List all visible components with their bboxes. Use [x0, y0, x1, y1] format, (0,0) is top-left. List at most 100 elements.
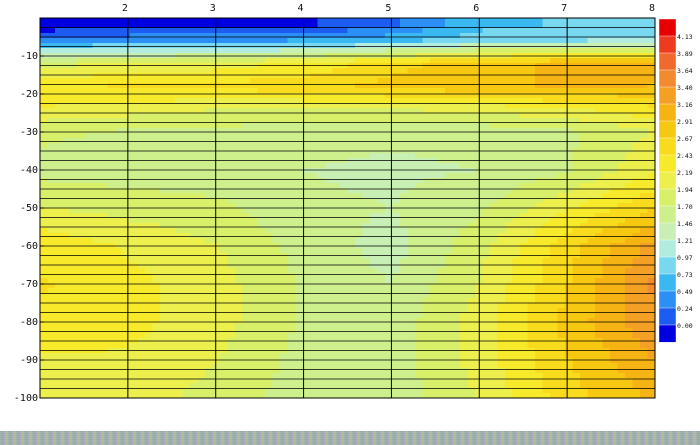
- heat-cell: [325, 183, 334, 189]
- heat-cell: [205, 113, 214, 119]
- heat-cell: [280, 238, 289, 244]
- heat-cell: [617, 68, 626, 74]
- heat-cell: [107, 178, 116, 184]
- heat-cell: [550, 33, 559, 39]
- heat-cell: [602, 173, 611, 179]
- heat-cell: [625, 313, 634, 319]
- heat-cell: [190, 303, 199, 309]
- heat-cell: [257, 273, 266, 279]
- heat-cell: [265, 238, 274, 244]
- heat-cell: [62, 18, 71, 24]
- heat-cell: [317, 238, 326, 244]
- heat-cell: [130, 228, 139, 234]
- heat-cell: [347, 73, 356, 79]
- heat-cell: [452, 48, 461, 54]
- heat-cell: [317, 83, 326, 89]
- heat-cell: [587, 233, 596, 239]
- heat-cell: [220, 173, 229, 179]
- heat-cell: [512, 303, 521, 309]
- heat-cell: [497, 218, 506, 224]
- heat-cell: [175, 98, 184, 104]
- heat-cell: [212, 303, 221, 309]
- heat-cell: [257, 113, 266, 119]
- heat-cell: [527, 38, 536, 44]
- heat-cell: [325, 313, 334, 319]
- heat-cell: [422, 33, 431, 39]
- heat-cell: [287, 113, 296, 119]
- heat-cell: [347, 233, 356, 239]
- heat-cell: [632, 128, 641, 134]
- heat-cell: [77, 273, 86, 279]
- heat-cell: [107, 18, 116, 24]
- heat-cell: [520, 128, 529, 134]
- heat-cell: [287, 218, 296, 224]
- heat-cell: [310, 313, 319, 319]
- heat-cell: [550, 18, 559, 24]
- heat-cell: [640, 248, 649, 254]
- heat-cell: [145, 113, 154, 119]
- heat-cell: [437, 163, 446, 169]
- heat-cell: [137, 28, 146, 34]
- heat-cell: [430, 303, 439, 309]
- heat-cell: [122, 168, 131, 174]
- heat-cell: [250, 248, 259, 254]
- heat-cell: [415, 223, 424, 229]
- heat-cell: [647, 33, 655, 39]
- heat-cell: [205, 48, 214, 54]
- heat-cell: [167, 238, 176, 244]
- heat-cell: [355, 98, 364, 104]
- heat-cell: [610, 48, 619, 54]
- heat-cell: [490, 128, 499, 134]
- heat-cell: [85, 28, 94, 34]
- heat-cell: [580, 288, 589, 294]
- heat-cell: [340, 33, 349, 39]
- heat-cell: [625, 138, 634, 144]
- heat-cell: [557, 18, 566, 24]
- heat-cell: [137, 223, 146, 229]
- heat-cell: [632, 263, 641, 269]
- heat-cell: [557, 168, 566, 174]
- heat-cell: [542, 313, 551, 319]
- heat-cell: [640, 278, 649, 284]
- heat-cell: [85, 248, 94, 254]
- heat-cell: [415, 168, 424, 174]
- heat-cell: [452, 208, 461, 214]
- heat-cell: [422, 83, 431, 89]
- heat-cell: [70, 113, 79, 119]
- heat-cell: [197, 143, 206, 149]
- heat-cell: [400, 168, 409, 174]
- heat-cell: [47, 73, 56, 79]
- heat-cell: [122, 68, 131, 74]
- heat-cell: [640, 208, 649, 214]
- heat-cell: [272, 153, 281, 159]
- heat-cell: [505, 238, 514, 244]
- heat-cell: [565, 143, 574, 149]
- heat-cell: [317, 68, 326, 74]
- heat-cell: [497, 303, 506, 309]
- heat-cell: [632, 288, 641, 294]
- heat-cell: [482, 218, 491, 224]
- heat-cell: [152, 228, 161, 234]
- heat-cell: [235, 173, 244, 179]
- heat-cell: [295, 193, 304, 199]
- heat-cell: [527, 133, 536, 139]
- heat-cell: [242, 313, 251, 319]
- heat-cell: [632, 48, 641, 54]
- heat-cell: [557, 98, 566, 104]
- heat-cell: [152, 258, 161, 264]
- heat-cell: [587, 223, 596, 229]
- heat-cell: [137, 18, 146, 24]
- heat-cell: [47, 153, 56, 159]
- heat-cell: [422, 128, 431, 134]
- heat-cell: [70, 318, 79, 324]
- heat-cell: [535, 43, 544, 49]
- heat-cell: [70, 48, 79, 54]
- heat-cell: [145, 208, 154, 214]
- heat-cell: [160, 313, 169, 319]
- heat-cell: [122, 88, 131, 94]
- heat-cell: [392, 43, 401, 49]
- heat-cell: [152, 303, 161, 309]
- heat-cell: [602, 318, 611, 324]
- heat-cell: [272, 278, 281, 284]
- heat-cell: [220, 143, 229, 149]
